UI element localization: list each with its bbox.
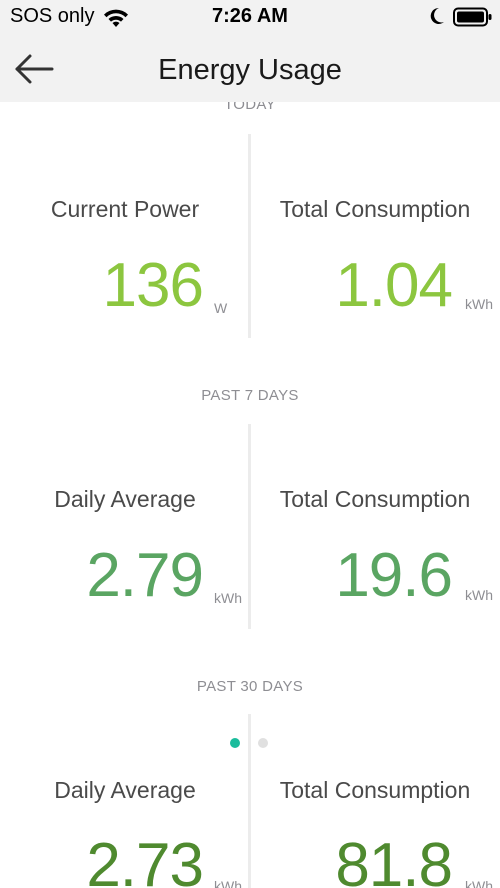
month-total-consumption-value: 81.8 — [335, 831, 453, 888]
week-daily-average-value: 2.79 — [86, 541, 204, 610]
current-power-label: Current Power — [50, 196, 200, 222]
section-label-past-30-days: PAST 30 DAYS — [196, 678, 304, 695]
today-total-consumption-value: 1.04 — [335, 251, 453, 320]
page-title: Energy Usage — [158, 54, 342, 86]
month-daily-average-unit: kWh — [214, 878, 242, 888]
usage-content[interactable]: TODAY Current Power 136 W Total Consumpt… — [0, 102, 500, 888]
month-daily-average-value: 2.73 — [86, 831, 204, 888]
clock: 7:26 AM — [212, 5, 288, 27]
section-label-today: TODAY — [224, 102, 276, 113]
current-power-unit: W — [214, 300, 228, 316]
week-daily-average-label: Daily Average — [54, 486, 196, 512]
section-label-past-7-days: PAST 7 DAYS — [201, 387, 299, 404]
section-divider — [248, 134, 251, 338]
page-indicator[interactable] — [230, 738, 270, 748]
battery-icon — [453, 7, 492, 27]
week-total-consumption-value: 19.6 — [335, 541, 453, 610]
week-total-consumption-label: Total Consumption — [279, 486, 471, 512]
moon-icon — [430, 7, 444, 24]
page-dot-active[interactable] — [230, 738, 240, 748]
today-total-consumption-unit: kWh — [465, 296, 493, 312]
energy-usage-screen: SOS only 7:26 AM Energy Usage TODAY Curr… — [0, 0, 500, 888]
section-divider — [248, 424, 251, 629]
status-bar: SOS only 7:26 AM — [0, 0, 500, 34]
month-total-consumption-unit: kWh — [465, 878, 493, 888]
month-daily-average-label: Daily Average — [54, 777, 196, 803]
month-total-consumption-label: Total Consumption — [279, 777, 471, 803]
week-total-consumption-unit: kWh — [465, 587, 493, 603]
current-power-value: 136 — [102, 251, 204, 320]
week-daily-average-unit: kWh — [214, 590, 242, 606]
page-dot-inactive[interactable] — [258, 738, 268, 748]
navigation-bar: Energy Usage — [0, 34, 500, 102]
today-total-consumption-label: Total Consumption — [279, 196, 471, 222]
